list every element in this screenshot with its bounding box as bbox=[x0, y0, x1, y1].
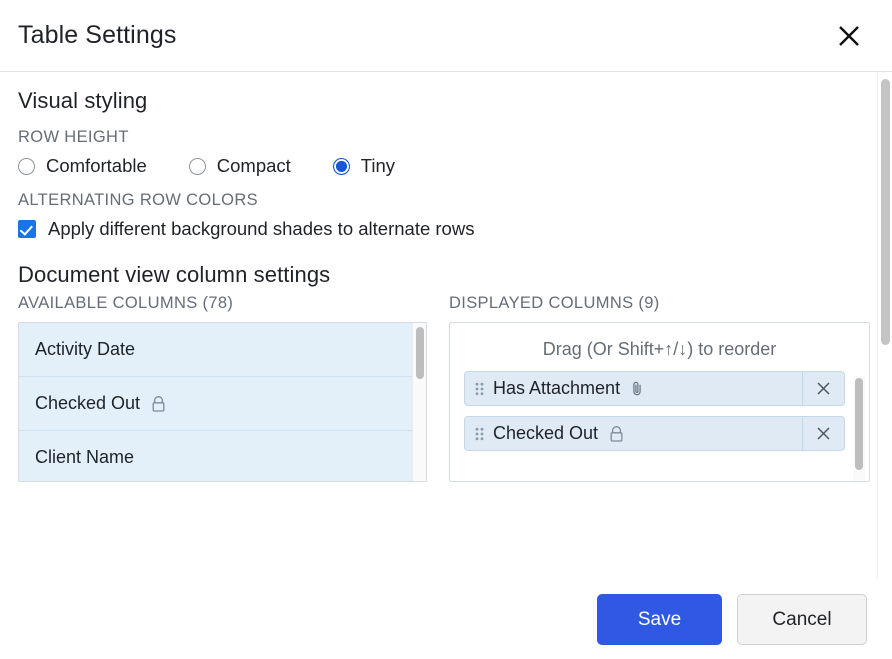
list-item[interactable]: Client Name bbox=[19, 431, 426, 482]
alternating-rows-checkbox[interactable]: Apply different background shades to alt… bbox=[18, 218, 874, 240]
available-columns-pane: AVAILABLE COLUMNS (78) Activity Date Che… bbox=[18, 294, 427, 482]
close-button[interactable] bbox=[832, 19, 866, 53]
remove-column-button[interactable] bbox=[802, 417, 844, 450]
available-column-label: Client Name bbox=[35, 447, 134, 468]
displayed-column-label: Checked Out bbox=[493, 423, 598, 444]
list-item[interactable]: Checked Out bbox=[19, 377, 426, 431]
displayed-columns-pane: DISPLAYED COLUMNS (9) Drag (Or Shift+↑/↓… bbox=[449, 294, 870, 482]
alternating-rows-label: ALTERNATING ROW COLORS bbox=[18, 191, 874, 210]
paperclip-icon bbox=[630, 380, 645, 397]
list-item[interactable]: Activity Date bbox=[19, 323, 426, 377]
row-height-option-label: Comfortable bbox=[46, 155, 147, 177]
dialog-scrollbar[interactable] bbox=[877, 73, 892, 578]
available-column-label: Checked Out bbox=[35, 393, 140, 414]
scrollbar-thumb[interactable] bbox=[416, 327, 424, 379]
displayed-column-name: Has Attachment bbox=[493, 372, 802, 405]
row-height-option-compact[interactable]: Compact bbox=[189, 155, 291, 177]
displayed-columns-list[interactable]: Drag (Or Shift+↑/↓) to reorder bbox=[449, 322, 870, 482]
column-settings-heading: Document view column settings bbox=[18, 262, 874, 288]
displayed-column-name: Checked Out bbox=[493, 417, 802, 450]
dialog-header: Table Settings bbox=[0, 0, 892, 72]
visual-styling-heading: Visual styling bbox=[18, 88, 874, 114]
row-height-label: ROW HEIGHT bbox=[18, 128, 874, 147]
radio-selected-icon bbox=[333, 158, 350, 175]
list-item[interactable]: Checked Out bbox=[464, 416, 845, 451]
alternating-rows-checkbox-label: Apply different background shades to alt… bbox=[48, 218, 474, 240]
dialog-footer: Save Cancel bbox=[0, 578, 892, 659]
table-settings-dialog: Table Settings Visual styling ROW HEIGHT… bbox=[0, 0, 892, 659]
column-settings-panels: AVAILABLE COLUMNS (78) Activity Date Che… bbox=[18, 294, 874, 482]
row-height-radio-group: Comfortable Compact Tiny bbox=[18, 155, 874, 177]
cancel-button[interactable]: Cancel bbox=[737, 594, 867, 645]
scrollbar-thumb[interactable] bbox=[855, 378, 863, 470]
checkbox-checked-icon bbox=[18, 220, 36, 238]
available-columns-header: AVAILABLE COLUMNS (78) bbox=[18, 294, 427, 313]
displayed-columns-scroller: Has Attachment bbox=[450, 371, 869, 451]
displayed-columns-header: DISPLAYED COLUMNS (9) bbox=[449, 294, 870, 313]
row-height-option-label: Compact bbox=[217, 155, 291, 177]
row-height-option-comfortable[interactable]: Comfortable bbox=[18, 155, 147, 177]
page-title: Table Settings bbox=[18, 21, 176, 50]
row-height-option-label: Tiny bbox=[361, 155, 395, 177]
dialog-body: Visual styling ROW HEIGHT Comfortable Co… bbox=[0, 72, 892, 578]
radio-icon bbox=[18, 158, 35, 175]
remove-column-button[interactable] bbox=[802, 372, 844, 405]
radio-icon bbox=[189, 158, 206, 175]
displayed-column-label: Has Attachment bbox=[493, 378, 620, 399]
available-column-label: Activity Date bbox=[35, 339, 135, 360]
scrollbar-thumb[interactable] bbox=[881, 79, 890, 345]
reorder-hint: Drag (Or Shift+↑/↓) to reorder bbox=[450, 323, 869, 371]
lock-icon bbox=[150, 395, 167, 413]
list-item[interactable]: Has Attachment bbox=[464, 371, 845, 406]
close-icon bbox=[836, 23, 862, 49]
row-height-option-tiny[interactable]: Tiny bbox=[333, 155, 395, 177]
drag-handle-icon[interactable] bbox=[465, 372, 493, 405]
save-button[interactable]: Save bbox=[597, 594, 722, 645]
drag-handle-icon[interactable] bbox=[465, 417, 493, 450]
available-columns-list[interactable]: Activity Date Checked Out bbox=[18, 322, 427, 482]
available-columns-scrollbar[interactable] bbox=[412, 323, 426, 481]
displayed-columns-scrollbar[interactable] bbox=[853, 376, 865, 481]
lock-icon bbox=[608, 425, 625, 443]
